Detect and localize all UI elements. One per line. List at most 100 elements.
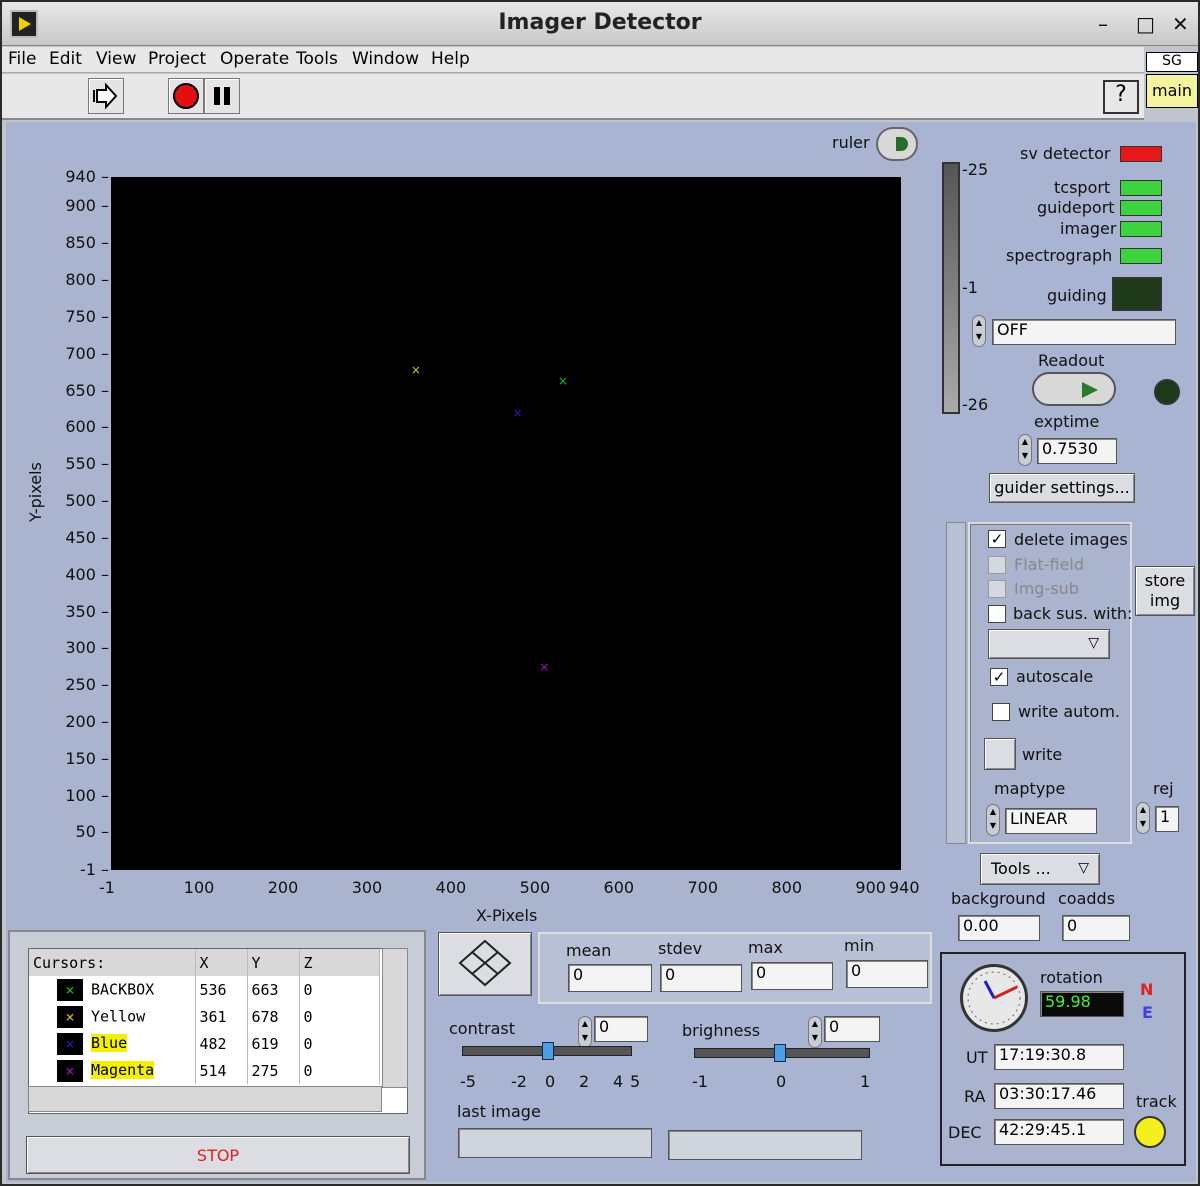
pause-button[interactable]: [204, 78, 240, 114]
imager-detector-window: Imager Detector – □ ✕ File Edit View Pro…: [0, 0, 1200, 1186]
image-display[interactable]: [111, 177, 901, 870]
img-sub-checkbox: [988, 580, 1006, 598]
delete-images-label: delete images: [1014, 530, 1128, 549]
table-row[interactable]: × Magenta 514 275 0: [29, 1057, 380, 1084]
back-sus-checkbox[interactable]: [988, 605, 1006, 623]
menu-operate[interactable]: Operate: [220, 49, 289, 69]
guiding-mode-field[interactable]: OFF: [992, 319, 1176, 345]
write-autom-checkbox[interactable]: [992, 703, 1010, 721]
cursor-y-cell: 275: [247, 1057, 300, 1084]
cursor-header-name: Cursors:: [29, 949, 196, 976]
last-image-label: last image: [457, 1102, 541, 1121]
options-scrollbar[interactable]: [946, 522, 966, 844]
cursor-swatch-icon: ×: [57, 1005, 83, 1028]
readout-button[interactable]: [1032, 372, 1116, 406]
cursor-list-hscroll[interactable]: [28, 1086, 382, 1112]
last-image-field-2: [668, 1130, 862, 1160]
spectrograph-led: [1120, 248, 1162, 264]
brighness-field[interactable]: 0: [824, 1016, 880, 1042]
table-row[interactable]: × Yellow 361 678 0: [29, 1003, 380, 1030]
table-row[interactable]: × Blue 482 619 0: [29, 1030, 380, 1057]
contrast-tick-label: 0: [545, 1072, 556, 1091]
y-tick-label: 300 –: [65, 638, 109, 658]
brighness-slider-thumb[interactable]: [774, 1044, 786, 1062]
abort-button[interactable]: [168, 78, 204, 114]
write-button[interactable]: [984, 738, 1016, 770]
stop-button[interactable]: STOP: [26, 1136, 410, 1174]
colorbar-top-label: -25: [962, 160, 989, 179]
minimize-icon[interactable]: –: [1098, 12, 1108, 36]
readout-led: [1154, 379, 1180, 405]
context-help-button[interactable]: ?: [1103, 80, 1139, 114]
contrast-spinner[interactable]: ▲ ▼: [578, 1016, 592, 1048]
menu-project[interactable]: Project: [148, 49, 206, 69]
ruler-toggle[interactable]: [876, 127, 918, 161]
maptype-field[interactable]: LINEAR: [1005, 808, 1097, 834]
rotation-readout: 59.98: [1040, 991, 1124, 1017]
y-tick-label: 900 –: [65, 196, 109, 216]
maptype-spinner[interactable]: ▲ ▼: [986, 804, 1000, 836]
cursor-name: Blue: [91, 1034, 128, 1052]
rej-spinner[interactable]: ▲ ▼: [1136, 802, 1150, 834]
window-title: Imager Detector: [498, 10, 702, 35]
guiding-mode-spinner[interactable]: ▲ ▼: [972, 315, 986, 347]
guider-settings-button[interactable]: guider settings...: [989, 473, 1135, 503]
cursor-list-vscroll[interactable]: [382, 948, 408, 1088]
ra-field: 03:30:17.46: [994, 1083, 1124, 1109]
exptime-field[interactable]: 0.7530: [1037, 438, 1117, 464]
x-tick-label: 400: [435, 878, 467, 897]
y-tick-label: 800 –: [65, 270, 109, 290]
maptype-label: maptype: [994, 779, 1066, 798]
brighness-spinner[interactable]: ▲ ▼: [808, 1016, 822, 1048]
cursor-z-cell: 0: [299, 1003, 380, 1030]
rej-field[interactable]: 1: [1155, 806, 1179, 832]
imager-led: [1120, 221, 1162, 237]
cursor-name: Magenta: [91, 1061, 155, 1079]
menu-help[interactable]: Help: [431, 49, 470, 69]
cursor-marker-blue[interactable]: ×: [512, 407, 522, 419]
tcsport-label: tcsport: [1054, 178, 1111, 197]
cursor-marker-yellow[interactable]: ×: [411, 364, 421, 376]
guiding-led: [1112, 277, 1162, 311]
delete-images-checkbox[interactable]: ✓: [988, 530, 1006, 548]
store-img-button[interactable]: store img: [1135, 566, 1195, 616]
brighness-tick-label: -1: [692, 1072, 708, 1091]
maximize-icon[interactable]: □: [1136, 12, 1155, 36]
menu-view[interactable]: View: [96, 49, 136, 69]
flat-field-checkbox: [988, 556, 1006, 574]
tools-dropdown-label: Tools ...: [991, 859, 1051, 878]
y-tick-label: 150 –: [65, 748, 109, 768]
y-tick-label: 850 –: [65, 233, 109, 253]
navigation-pad[interactable]: [438, 932, 532, 996]
chevron-down-icon: ▽: [1078, 860, 1089, 876]
cursor-x-cell: 482: [195, 1030, 248, 1057]
exptime-spinner[interactable]: ▲ ▼: [1018, 434, 1032, 466]
title-bar: Imager Detector – □ ✕: [2, 2, 1198, 46]
autoscale-checkbox[interactable]: ✓: [990, 668, 1008, 686]
cursor-marker-magenta[interactable]: ×: [539, 661, 549, 673]
background-field[interactable]: 0.00: [958, 915, 1040, 941]
menu-window[interactable]: Window: [352, 49, 419, 69]
rej-label: rej: [1153, 779, 1174, 798]
y-tick-label: 500 –: [65, 491, 109, 511]
contrast-field[interactable]: 0: [594, 1016, 648, 1042]
cursor-marker-backbox[interactable]: ×: [558, 375, 568, 387]
back-sus-dropdown[interactable]: ▽: [988, 629, 1110, 659]
menu-edit[interactable]: Edit: [49, 49, 82, 69]
menu-file[interactable]: File: [8, 49, 36, 69]
close-icon[interactable]: ✕: [1172, 12, 1189, 36]
table-row[interactable]: × BACKBOX 536 663 0: [29, 976, 380, 1003]
coadds-field[interactable]: 0: [1062, 915, 1130, 941]
min-label: min: [844, 936, 875, 955]
back-sus-label: back sus. with:: [1013, 604, 1133, 623]
guideport-led: [1120, 200, 1162, 216]
run-button[interactable]: [88, 78, 124, 114]
menu-tools[interactable]: Tools: [296, 49, 338, 69]
y-tick-label: 100 –: [65, 785, 109, 805]
contrast-slider-thumb[interactable]: [542, 1042, 554, 1060]
y-tick-label: 450 –: [65, 527, 109, 547]
toolbar: [2, 74, 1144, 120]
colorbar[interactable]: [942, 162, 960, 414]
cursor-y-cell: 619: [247, 1030, 300, 1057]
tools-dropdown[interactable]: Tools ... ▽: [980, 853, 1100, 885]
